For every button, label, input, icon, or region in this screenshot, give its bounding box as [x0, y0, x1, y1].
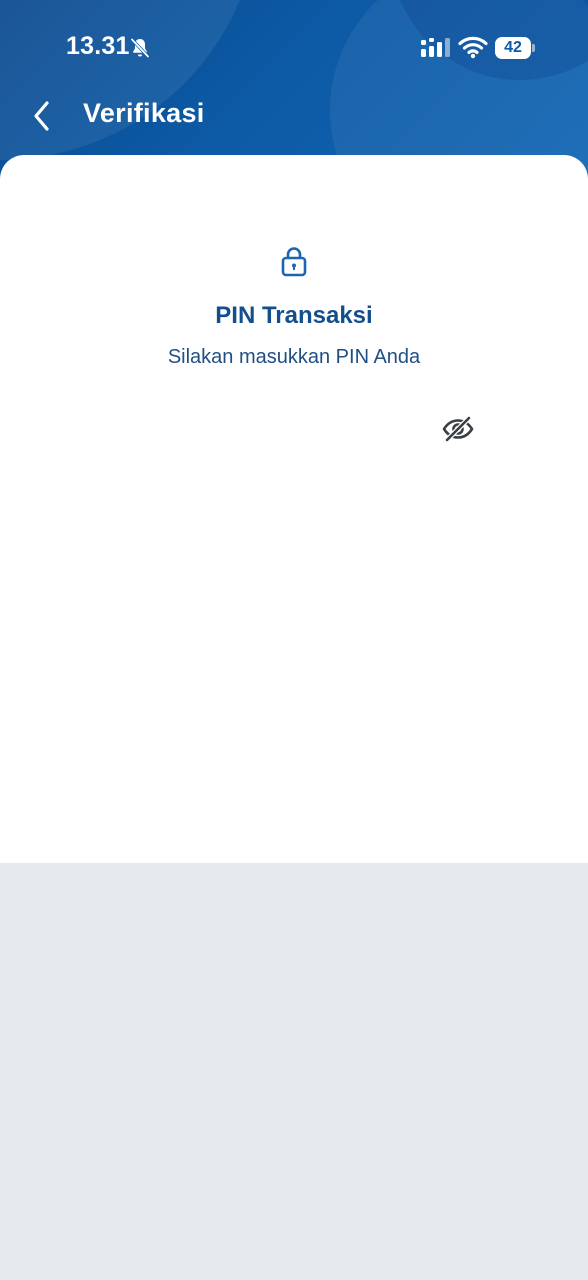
bell-muted-icon	[130, 37, 150, 59]
eye-off-icon[interactable]	[441, 414, 475, 444]
keypad-area	[0, 863, 588, 1280]
status-bar: 13.31 42	[0, 0, 588, 96]
pin-title: PIN Transaksi	[215, 302, 373, 329]
lock-icon	[281, 247, 307, 277]
wifi-icon	[458, 36, 488, 59]
status-time: 13.31	[66, 32, 130, 60]
battery-icon: 42	[495, 37, 531, 59]
page-title: Verifikasi	[83, 98, 205, 128]
battery-level: 42	[504, 39, 522, 56]
chevron-left-icon[interactable]	[22, 94, 62, 138]
pin-subtitle: Silakan masukkan PIN Anda	[167, 346, 421, 368]
signal-icon	[421, 38, 450, 57]
battery-tip	[532, 44, 535, 52]
